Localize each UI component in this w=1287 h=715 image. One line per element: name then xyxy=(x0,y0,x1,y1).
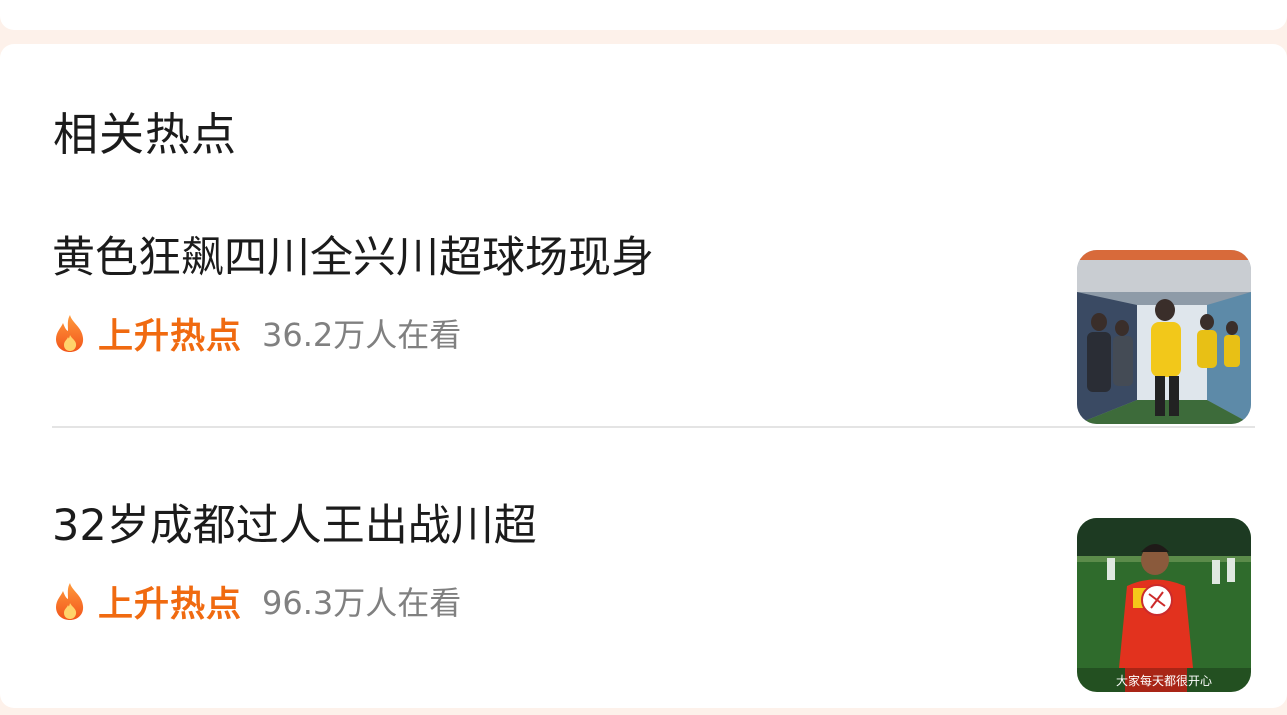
thumbnail-image[interactable]: 大家每天都很开心 xyxy=(1077,518,1251,692)
hot-topic-title: 黄色狂飙四川全兴川超球场现身 xyxy=(52,233,654,283)
previous-card xyxy=(0,0,1287,30)
viewer-count: 36.2万人在看 xyxy=(262,316,462,354)
rising-hot-badge: 上升热点 xyxy=(98,584,243,625)
hot-topic-title: 32岁成都过人王出战川超 xyxy=(52,501,537,551)
flame-icon xyxy=(56,315,84,352)
related-hot-topics-card: 相关热点 黄色狂飙四川全兴川超球场现身 上升热点 36.2万人在看 32岁成都过… xyxy=(0,44,1287,708)
stadium-tunnel-image xyxy=(1077,250,1251,424)
hot-topic-item[interactable]: 黄色狂飙四川全兴川超球场现身 上升热点 36.2万人在看 xyxy=(0,202,1287,424)
hot-topic-meta: 上升热点 36.2万人在看 xyxy=(52,308,461,358)
page-bottom-gap xyxy=(0,708,1287,715)
hot-topic-item[interactable]: 32岁成都过人王出战川超 上升热点 96.3万人在看 大家每天都很开心 xyxy=(0,470,1287,692)
thumbnail-image[interactable] xyxy=(1077,250,1251,424)
flame-icon xyxy=(56,583,84,620)
section-title: 相关热点 xyxy=(53,108,238,161)
football-player-image: 大家每天都很开心 xyxy=(1077,518,1251,692)
thumbnail-caption: 大家每天都很开心 xyxy=(1116,673,1212,688)
item-divider xyxy=(52,426,1255,428)
viewer-count: 96.3万人在看 xyxy=(262,584,462,622)
rising-hot-badge: 上升热点 xyxy=(98,316,243,357)
hot-topic-meta: 上升热点 96.3万人在看 xyxy=(52,576,461,626)
